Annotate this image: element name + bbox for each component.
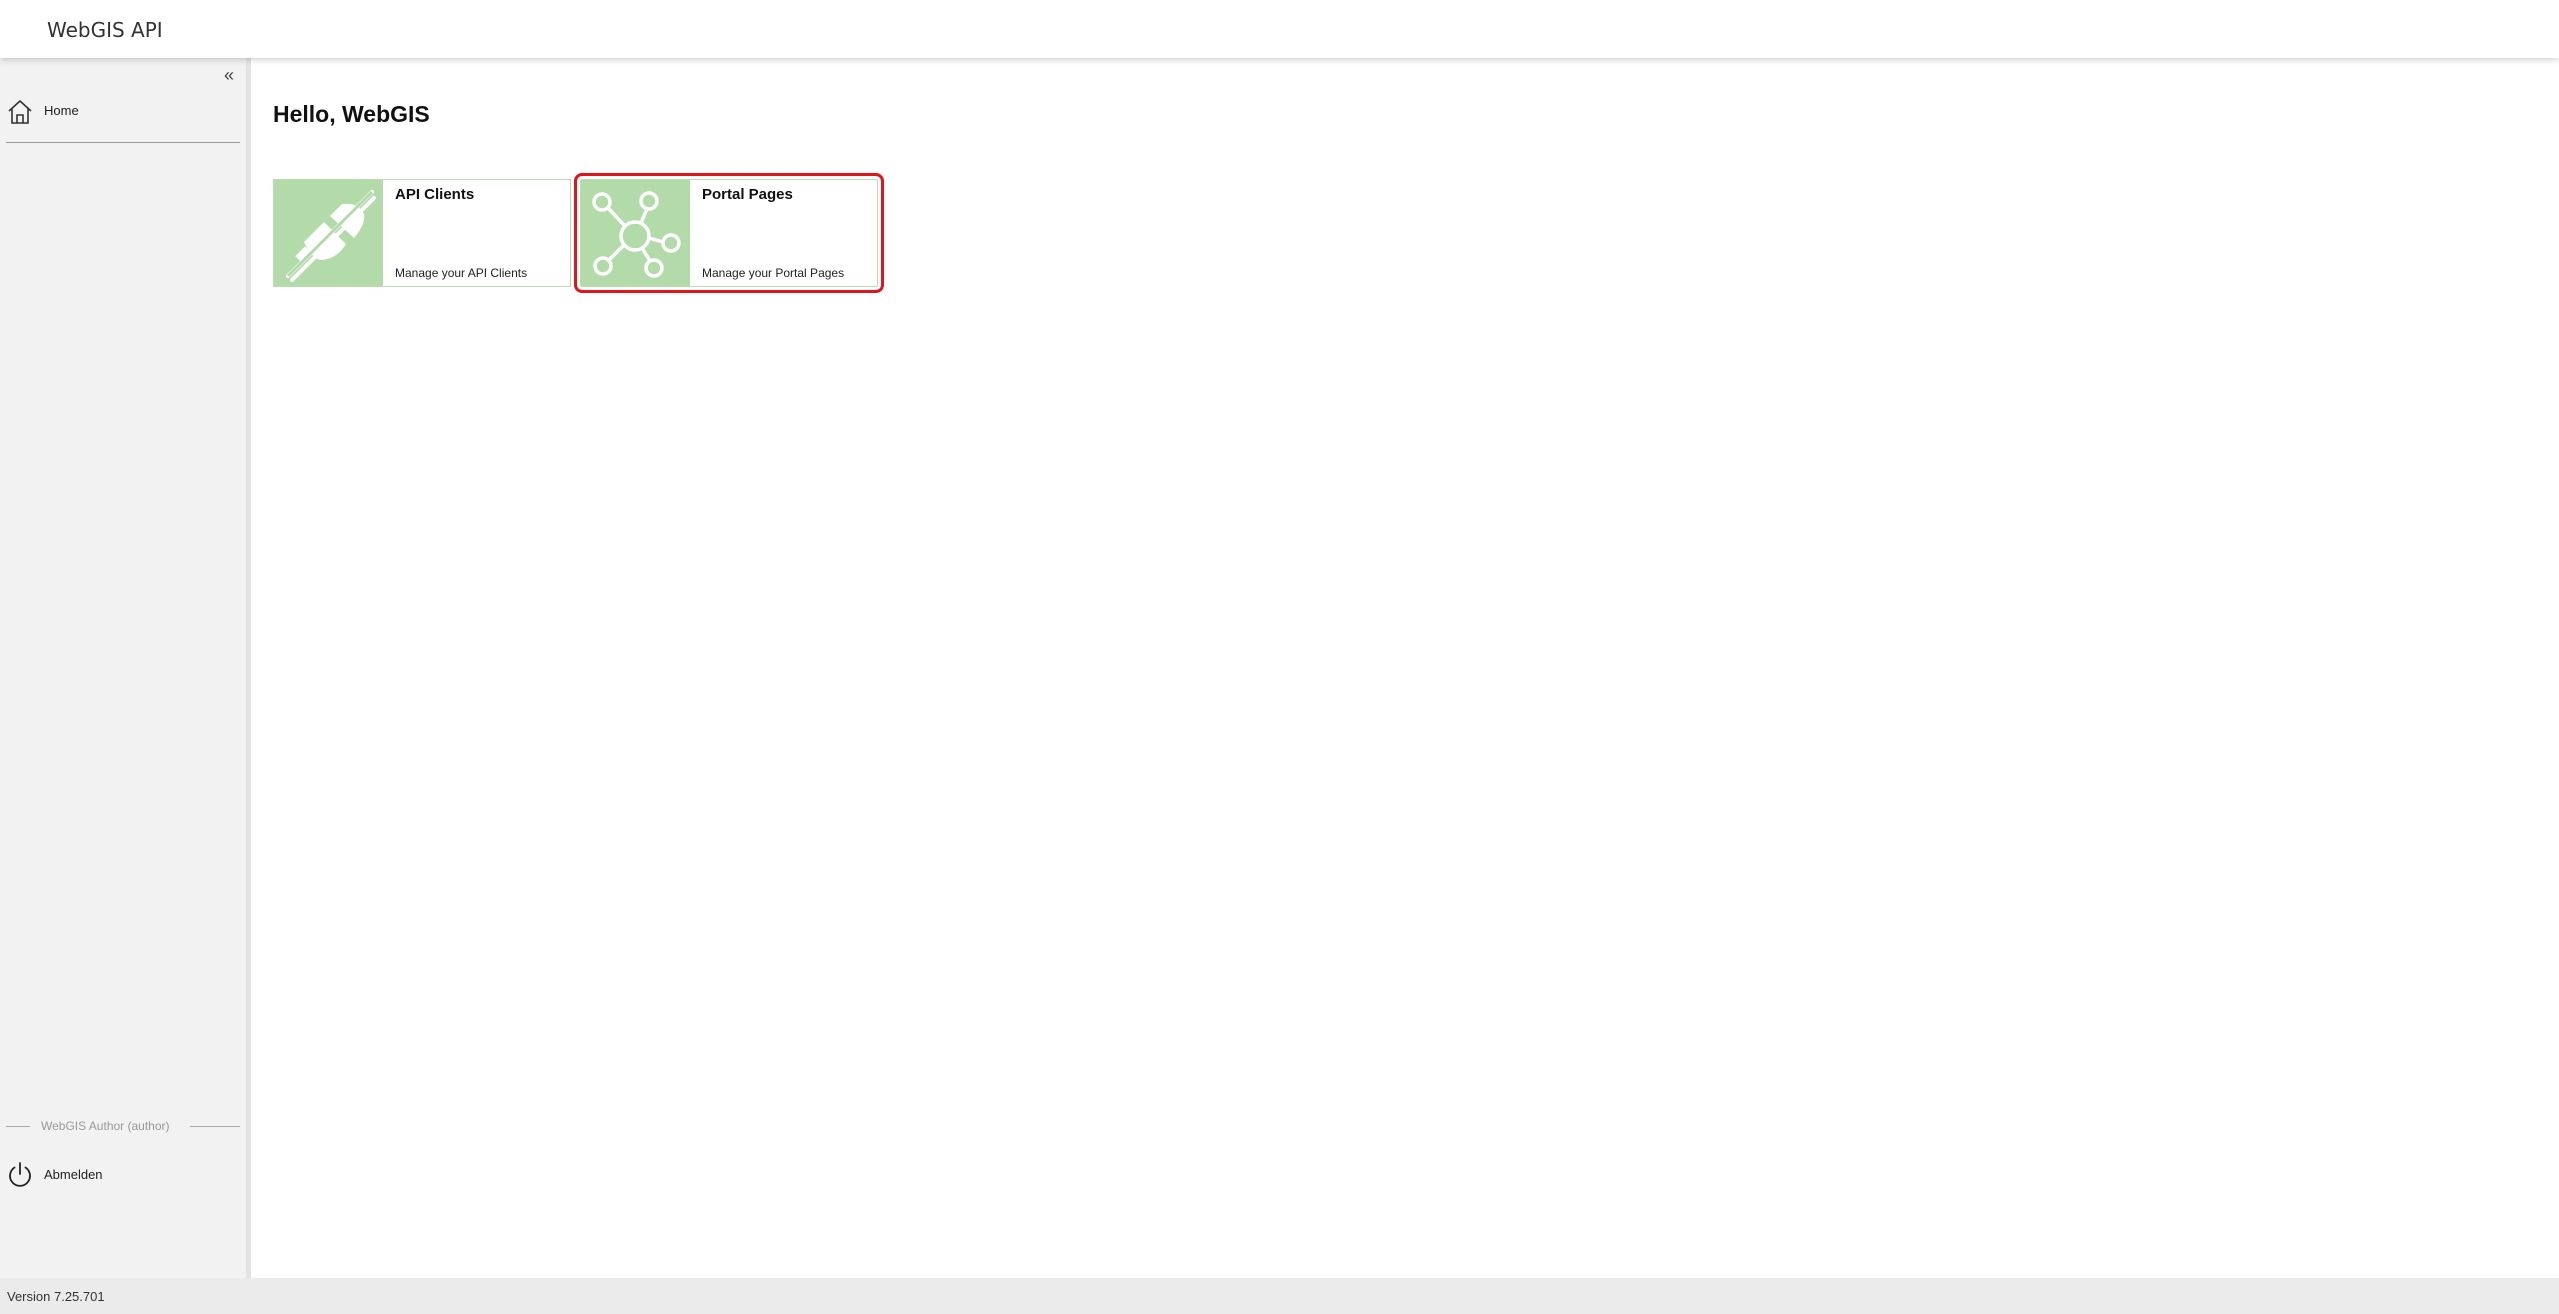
- sidebar-divider: [6, 142, 240, 143]
- version-label: Version 7.25.701: [7, 1289, 105, 1304]
- user-section: WebGIS Author (author): [6, 1116, 240, 1136]
- app-title: WebGIS API: [47, 18, 163, 42]
- tile-description: Manage your Portal Pages: [702, 266, 845, 280]
- network-hub-icon: [581, 180, 690, 286]
- divider: [6, 1126, 30, 1127]
- collapse-sidebar-button[interactable]: «: [220, 66, 238, 84]
- logout-label: Abmelden: [44, 1167, 103, 1182]
- sidebar: « Home WebGIS Author (author) Abmelden: [0, 58, 251, 1278]
- tile-api-clients[interactable]: API Clients Manage your API Clients: [273, 179, 571, 287]
- home-icon: [6, 98, 34, 126]
- tile-title: Portal Pages: [702, 186, 793, 203]
- power-icon: [6, 1160, 34, 1188]
- sidebar-item-label: Home: [44, 103, 79, 118]
- sidebar-item-home[interactable]: Home: [6, 96, 240, 126]
- tile-title: API Clients: [395, 186, 475, 203]
- footer: Version 7.25.701: [0, 1278, 2559, 1314]
- logout-button[interactable]: Abmelden: [6, 1158, 240, 1190]
- divider: [190, 1126, 240, 1127]
- main-content: Hello, WebGIS API Clients Manage your AP…: [251, 58, 2559, 1278]
- tile-portal-pages[interactable]: Portal Pages Manage your Portal Pages: [574, 173, 884, 293]
- tile-description: Manage your API Clients: [395, 266, 528, 280]
- top-bar: WebGIS API: [0, 0, 2559, 58]
- plug-disconnected-icon: [274, 180, 383, 286]
- page-title: Hello, WebGIS: [273, 101, 430, 127]
- user-name-label: WebGIS Author (author): [41, 1119, 170, 1133]
